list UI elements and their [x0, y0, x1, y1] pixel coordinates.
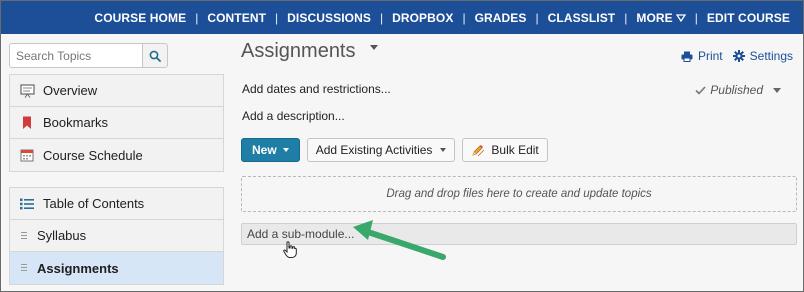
action-buttons: New Add Existing Activities Bulk Edit [241, 138, 555, 162]
bulk-edit-button[interactable]: Bulk Edit [462, 138, 548, 162]
nav-more-menu[interactable]: MORE [627, 11, 694, 25]
hand-cursor-icon [283, 241, 297, 258]
annotation-arrow-icon [353, 220, 446, 260]
new-button[interactable]: New [241, 138, 300, 162]
nav-course-home[interactable]: COURSE HOME [85, 11, 195, 25]
checkmark-icon [695, 85, 706, 95]
printer-icon [681, 51, 693, 62]
nav-more-label: MORE [636, 10, 673, 25]
page-actions: Print Settings [671, 49, 793, 63]
add-existing-label: Add Existing Activities [315, 143, 433, 157]
dropzone-text: Drag and drop files here to create and u… [386, 188, 652, 200]
add-existing-activities-button[interactable]: Add Existing Activities [306, 138, 456, 162]
sidebar-group-toc: Table of Contents Syllabus Assignments [9, 187, 224, 285]
sidebar-item-label: Assignments [37, 260, 119, 276]
bulk-edit-label: Bulk Edit [491, 143, 539, 157]
nav-separator: | [275, 10, 279, 25]
search-icon [149, 50, 161, 62]
overview-icon [19, 83, 35, 99]
sidebar-item-table-of-contents[interactable]: Table of Contents [10, 188, 223, 220]
nav-classlist[interactable]: CLASSLIST [539, 11, 625, 25]
submodule-placeholder: Add a sub-module... [247, 227, 355, 241]
sidebar-item-assignments[interactable]: Assignments [10, 252, 223, 284]
chevron-down-icon [773, 87, 781, 93]
page-title-row: Assignments [241, 40, 378, 63]
gear-icon [732, 50, 745, 62]
new-button-label: New [252, 143, 277, 157]
published-label: Published [710, 83, 763, 97]
title-dropdown-icon[interactable] [369, 45, 378, 50]
file-drop-zone[interactable]: Drag and drop files here to create and u… [241, 176, 797, 212]
sidebar-item-syllabus[interactable]: Syllabus [10, 220, 223, 252]
browser-frame: COURSE HOME | CONTENT | DISCUSSIONS | DR… [0, 0, 804, 292]
nav-grades[interactable]: GRADES [466, 11, 536, 25]
add-description-link[interactable]: Add a description... [242, 109, 345, 123]
nav-separator: | [694, 10, 698, 25]
sidebar-item-overview[interactable]: Overview [10, 75, 223, 107]
triangle-down-icon [675, 13, 686, 22]
settings-link[interactable]: Settings [732, 49, 793, 63]
sidebar-item-label: Table of Contents [43, 196, 145, 211]
sidebar: Overview Bookmarks Course Schedule T [1, 34, 233, 291]
page-title: Assignments [241, 40, 356, 62]
chevron-down-icon [440, 148, 447, 152]
nav-content[interactable]: CONTENT [198, 11, 275, 25]
nav-separator: | [195, 10, 199, 25]
sidebar-item-bookmarks[interactable]: Bookmarks [10, 107, 223, 139]
nav-separator: | [535, 10, 539, 25]
chevron-down-icon [282, 148, 289, 152]
search-button[interactable] [142, 43, 168, 68]
sidebar-item-label: Bookmarks [43, 115, 109, 130]
calendar-icon [19, 147, 35, 163]
published-status-dropdown[interactable]: Published [695, 83, 781, 97]
sidebar-item-label: Course Schedule [43, 147, 143, 163]
add-sub-module-input[interactable]: Add a sub-module... [241, 223, 797, 245]
nav-edit-course[interactable]: EDIT COURSE [698, 11, 799, 25]
bookmark-icon [19, 115, 35, 131]
print-link[interactable]: Print [681, 49, 723, 63]
sidebar-item-label: Overview [43, 83, 98, 98]
print-label: Print [697, 49, 723, 63]
pencil-icon [472, 144, 485, 156]
add-dates-link[interactable]: Add dates and restrictions... [242, 82, 391, 96]
sidebar-item-course-schedule[interactable]: Course Schedule [10, 139, 223, 171]
drag-handle-icon[interactable] [21, 264, 27, 272]
nav-separator: | [379, 10, 384, 25]
nav-separator: | [624, 10, 628, 25]
sidebar-group-tools: Overview Bookmarks Course Schedule [9, 74, 224, 172]
nav-dropbox[interactable]: DROPBOX [383, 11, 462, 25]
search-input[interactable] [9, 43, 142, 68]
sidebar-item-label: Syllabus [37, 228, 87, 243]
search-box [9, 43, 168, 68]
nav-discussions[interactable]: DISCUSSIONS [278, 11, 380, 25]
list-icon [19, 196, 35, 212]
top-navbar: COURSE HOME | CONTENT | DISCUSSIONS | DR… [1, 1, 803, 34]
main-content: Assignments Print Settings Add dates and… [233, 34, 803, 291]
nav-separator: | [462, 10, 466, 25]
drag-handle-icon[interactable] [21, 231, 27, 240]
settings-label: Settings [749, 49, 793, 63]
